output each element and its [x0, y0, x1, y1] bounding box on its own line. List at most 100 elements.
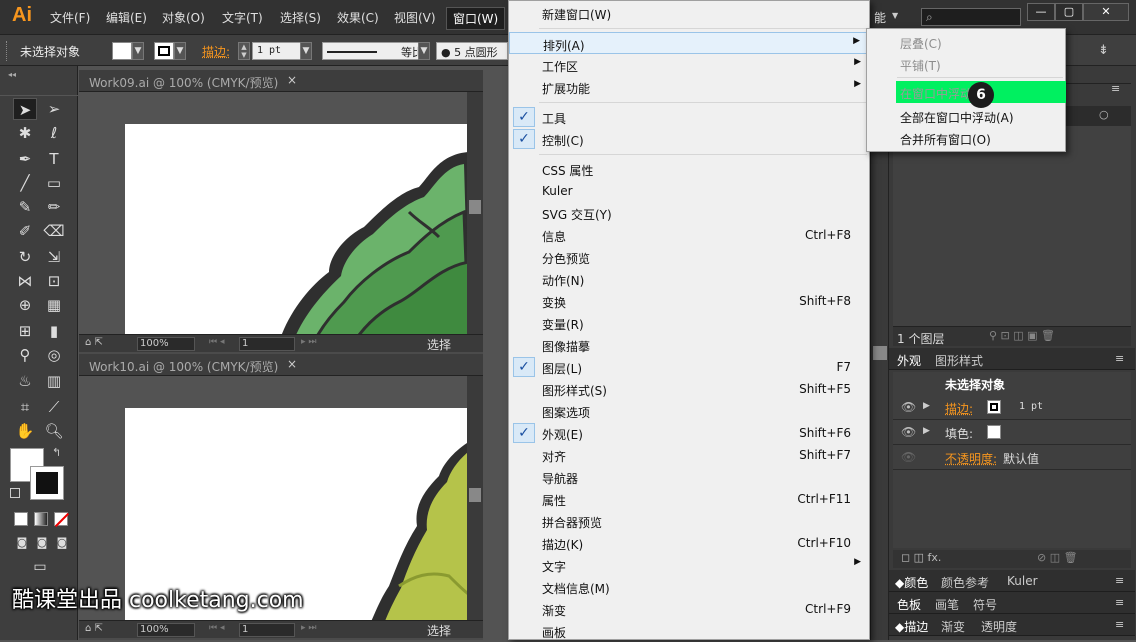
clear-appearance-icon[interactable]: ⊘ ◫ 🗑︎ [1037, 551, 1078, 564]
menu-item-15[interactable]: ✓ 图层(L) F7 [509, 356, 869, 378]
tab-color[interactable]: ◆颜色 [895, 574, 928, 591]
menu-item-5[interactable]: ✓ 控制(C) [509, 128, 869, 150]
doc-tab-2[interactable]: Work10.ai @ 100% (CMYK/预览) × [79, 354, 483, 376]
menu-item-consolidate[interactable]: 合并所有窗口(O) [867, 127, 1065, 149]
menu-item-21[interactable]: 属性 Ctrl+F11 [509, 488, 869, 510]
brush-definition[interactable]: ● 5 点圆形 [436, 42, 508, 60]
lasso-tool-icon[interactable]: ℓ [42, 122, 66, 144]
layer-footer-icons[interactable]: ⚲ ⊡ ◫ ▣ 🗑︎ [989, 329, 1055, 342]
appearance-opacity-row[interactable]: 👁︎ 不透明度: 默认值 [893, 446, 1131, 470]
artboard-number[interactable]: 1 [239, 337, 295, 351]
fill-swatch[interactable] [987, 425, 1001, 439]
stroke-swatch[interactable] [154, 42, 174, 60]
menu-item-0[interactable]: 新建窗口(W) [509, 2, 869, 24]
menu-item-tile[interactable]: 平铺(T) [867, 53, 1065, 75]
symbol-sprayer-tool-icon[interactable]: ♨ [13, 370, 37, 392]
menu-item-19[interactable]: 对齐 Shift+F7 [509, 444, 869, 466]
blob-brush-tool-icon[interactable]: ✐ [13, 220, 37, 242]
rectangle-tool-icon[interactable]: ▭ [42, 172, 66, 194]
tab-gradient[interactable]: 渐变 [941, 618, 965, 635]
menu-item-9[interactable]: 信息 Ctrl+F8 [509, 224, 869, 246]
appearance-footer-icons[interactable]: ◻ ◫ fx. [901, 551, 941, 564]
pencil-tool-icon[interactable]: ✏ [42, 196, 66, 218]
zoom-field[interactable]: 100% [137, 623, 195, 637]
eyedropper-tool-icon[interactable]: ⚲ [13, 344, 37, 366]
artboard-nav-icon[interactable]: ⌂ ⇱ [85, 337, 103, 348]
perspective-grid-tool-icon[interactable]: ▦ [42, 294, 66, 316]
menu-file[interactable]: 文件(F) [50, 9, 90, 26]
menu-item-12[interactable]: 变换 Shift+F8 [509, 290, 869, 312]
fill-swatch[interactable] [112, 42, 132, 60]
artboard-number[interactable]: 1 [239, 623, 295, 637]
profile-dropdown[interactable]: ▼ [418, 42, 430, 60]
swap-colors-icon[interactable]: ↰ [52, 446, 61, 459]
panel-menu-icon[interactable]: ≡ [1111, 82, 1120, 95]
variable-width-profile[interactable]: 等比 [322, 42, 430, 60]
artboard-tool-icon[interactable]: ⌗ [13, 396, 37, 418]
eye-icon[interactable]: 👁︎ [901, 400, 916, 414]
close-tab-icon[interactable]: × [287, 73, 297, 87]
close-tab-icon[interactable]: × [287, 357, 297, 371]
menu-object[interactable]: 对象(O) [162, 9, 205, 26]
width-tool-icon[interactable]: ⋈ [13, 270, 37, 292]
menu-item-17[interactable]: 图案选项 [509, 400, 869, 422]
menu-edit[interactable]: 编辑(E) [106, 9, 147, 26]
screen-mode-icon[interactable]: ▭ [28, 556, 52, 578]
canvas-1[interactable] [79, 92, 467, 334]
draw-inside-icon[interactable]: ◙ [50, 532, 74, 554]
scale-tool-icon[interactable]: ⇲ [42, 246, 66, 268]
menu-item-1[interactable]: 排列(A) ▶ [509, 32, 869, 54]
menu-item-26[interactable]: 渐变 Ctrl+F9 [509, 598, 869, 620]
prev-artboard-icon[interactable]: ⏮ ◂ [209, 623, 224, 633]
vertical-scrollbar-2[interactable] [467, 376, 483, 622]
menu-window[interactable]: 窗口(W) [446, 7, 506, 30]
menu-item-22[interactable]: 拼合器预览 [509, 510, 869, 532]
appearance-stroke-row[interactable]: 👁︎ ▶ 描边: 1 pt [893, 396, 1131, 420]
menu-select[interactable]: 选择(S) [280, 9, 321, 26]
free-transform-tool-icon[interactable]: ⊡ [42, 270, 66, 292]
menu-item-8[interactable]: SVG 交互(Y) [509, 202, 869, 224]
gradient-mode-icon[interactable] [34, 512, 48, 526]
expand-icon[interactable]: ▶ [923, 426, 930, 436]
stroke-weight-value[interactable]: 1 pt [1019, 401, 1043, 412]
zoom-field[interactable]: 100% [137, 337, 195, 351]
menu-item-25[interactable]: 文档信息(M) [509, 576, 869, 598]
minimize-button[interactable]: — [1027, 3, 1055, 21]
stroke-swatch[interactable] [987, 400, 1001, 414]
menu-item-2[interactable]: 工作区 ▶ [509, 54, 869, 76]
collapse-icon[interactable]: ◂◂ [8, 70, 16, 79]
tools-grip[interactable] [0, 88, 78, 96]
mesh-tool-icon[interactable]: ⊞ [13, 320, 37, 342]
menu-type[interactable]: 文字(T) [222, 9, 263, 26]
stroke-color-box[interactable] [30, 466, 64, 500]
appearance-fill-row[interactable]: 👁︎ ▶ 填色: [893, 421, 1131, 445]
help-search-input[interactable]: ⌕ [921, 8, 1021, 26]
direct-selection-tool-icon[interactable]: ➢ [42, 98, 66, 120]
scroll-thumb[interactable] [469, 200, 481, 214]
tab-brushes[interactable]: 画笔 [935, 596, 959, 613]
tab-color-guide[interactable]: 颜色参考 [941, 574, 989, 591]
hand-tool-icon[interactable]: ✋ [13, 420, 37, 442]
paintbrush-tool-icon[interactable]: ✎ [13, 196, 37, 218]
shape-builder-tool-icon[interactable]: ⊕ [13, 294, 37, 316]
menu-item-7[interactable]: Kuler [509, 180, 869, 202]
panel-menu-icon[interactable]: ≡ [1115, 618, 1124, 631]
menu-item-20[interactable]: 导航器 [509, 466, 869, 488]
menu-item-10[interactable]: 分色预览 [509, 246, 869, 268]
stroke-link[interactable]: 描边: [945, 400, 973, 417]
slice-tool-icon[interactable]: ⟋ [42, 396, 66, 418]
menu-item-cascade[interactable]: 层叠(C) [867, 31, 1065, 53]
scroll-thumb[interactable] [469, 488, 481, 502]
type-tool-icon[interactable]: T [42, 148, 66, 170]
tab-symbols[interactable]: 符号 [973, 596, 997, 613]
line-tool-icon[interactable]: ╱ [13, 172, 37, 194]
artboard-nav-icon[interactable]: ⌂ ⇱ [85, 623, 103, 634]
menu-item-3[interactable]: 扩展功能 ▶ [509, 76, 869, 98]
menu-item-27[interactable]: 画板 [509, 620, 869, 642]
menu-item-11[interactable]: 动作(N) [509, 268, 869, 290]
menu-item-18[interactable]: ✓ 外观(E) Shift+F6 [509, 422, 869, 444]
tab-transparency[interactable]: 透明度 [981, 618, 1017, 635]
maximize-button[interactable]: ▢ [1055, 3, 1083, 21]
stroke-weight-stepper[interactable]: ▲ ▼ [238, 42, 250, 60]
menu-item-6[interactable]: CSS 属性 [509, 158, 869, 180]
